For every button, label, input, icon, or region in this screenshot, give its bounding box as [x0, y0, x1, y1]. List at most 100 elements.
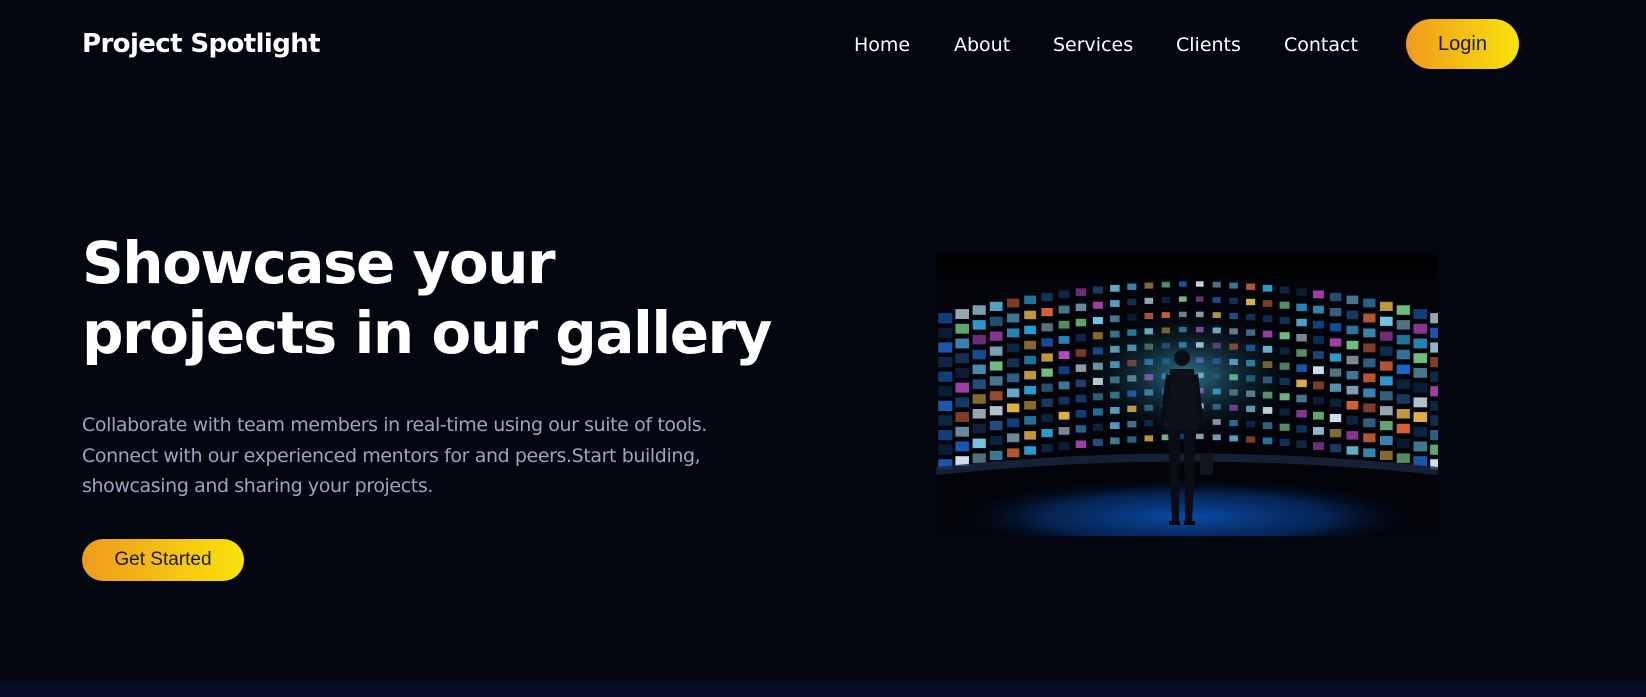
video-tile — [1075, 288, 1087, 296]
video-tile — [1329, 398, 1342, 407]
video-tile — [1313, 411, 1324, 420]
video-tile — [1007, 343, 1020, 353]
video-tile — [1024, 310, 1036, 320]
video-tile — [1262, 300, 1273, 307]
video-tile — [1430, 342, 1438, 353]
video-tile — [1092, 317, 1103, 325]
video-tile — [1430, 430, 1438, 441]
video-tile — [1092, 301, 1103, 309]
video-tile — [955, 441, 969, 452]
video-tile — [1396, 334, 1410, 345]
nav-about[interactable]: About — [954, 30, 1010, 60]
video-tile — [1396, 320, 1410, 330]
video-tile — [1041, 368, 1053, 377]
video-tile — [1092, 286, 1103, 294]
video-tile — [1396, 394, 1410, 404]
login-button[interactable]: Login — [1406, 19, 1519, 69]
video-tile — [1380, 346, 1393, 356]
video-tile — [938, 357, 953, 368]
video-tile — [1380, 301, 1393, 311]
nav-clients[interactable]: Clients — [1176, 30, 1241, 60]
video-tile — [1313, 396, 1324, 405]
video-tile — [1041, 323, 1053, 332]
video-tile — [1024, 325, 1036, 335]
video-tile — [1058, 305, 1070, 314]
video-tile — [972, 453, 986, 463]
video-tile — [1075, 425, 1087, 433]
video-tile — [1262, 315, 1273, 323]
video-tile — [1413, 426, 1428, 437]
video-tile — [1363, 448, 1376, 458]
video-tile — [1413, 412, 1428, 422]
video-tile — [1380, 361, 1393, 371]
nav-services[interactable]: Services — [1053, 30, 1133, 60]
video-tile — [1178, 296, 1187, 302]
video-tile — [1007, 358, 1020, 368]
video-tile — [1041, 429, 1053, 438]
video-tile — [1007, 388, 1020, 398]
video-tile — [1127, 298, 1137, 306]
video-tile — [1413, 309, 1428, 319]
video-tile — [1329, 444, 1342, 453]
video-tile — [1007, 328, 1020, 338]
video-tile — [1024, 401, 1036, 410]
video-tile — [1363, 388, 1376, 398]
video-tile — [955, 338, 969, 349]
video-tile — [1413, 338, 1428, 349]
video-tile — [1396, 379, 1410, 389]
video-tile — [1346, 325, 1359, 335]
video-tile — [972, 305, 986, 315]
video-tile — [1229, 297, 1238, 304]
get-started-button[interactable]: Get Started — [82, 539, 244, 581]
nav-contact[interactable]: Contact — [1284, 30, 1358, 60]
video-tile — [1396, 364, 1410, 375]
video-tile — [1041, 292, 1053, 302]
video-tile — [1363, 298, 1376, 308]
video-tile — [955, 426, 969, 437]
video-tile — [989, 406, 1003, 416]
video-tile — [955, 397, 969, 408]
video-tile — [1363, 343, 1376, 353]
video-tile — [1296, 410, 1307, 418]
video-tile — [1413, 367, 1428, 378]
video-tile — [1075, 303, 1087, 312]
hero-description-line-3: showcasing and sharing your projects. — [82, 475, 433, 497]
video-tile — [1313, 366, 1324, 375]
video-tile — [1363, 313, 1376, 323]
video-tile — [1413, 353, 1428, 364]
video-tile — [1041, 444, 1053, 453]
video-tile — [989, 450, 1003, 460]
video-tile — [1363, 403, 1376, 413]
nav-home[interactable]: Home — [854, 30, 910, 60]
video-tile — [1279, 438, 1290, 446]
video-tile — [972, 364, 986, 375]
video-tile — [938, 400, 953, 411]
video-tile — [1380, 421, 1393, 431]
video-tile — [1329, 383, 1342, 392]
video-tile — [972, 320, 986, 330]
video-tile — [1041, 383, 1053, 392]
video-tile — [1212, 297, 1221, 303]
video-tile — [1346, 295, 1359, 305]
video-tile — [1430, 313, 1438, 324]
video-tile — [1380, 406, 1393, 416]
video-tile — [938, 371, 953, 382]
video-tile — [1430, 357, 1438, 368]
video-tile — [1329, 292, 1342, 302]
video-tile — [1346, 355, 1359, 365]
video-tile — [1346, 340, 1359, 350]
video-tile — [1296, 318, 1307, 327]
video-tile — [1380, 331, 1393, 341]
video-tile — [972, 438, 986, 449]
video-tile — [1329, 368, 1342, 377]
video-tile — [972, 409, 986, 419]
video-tile — [1413, 382, 1428, 393]
video-tile — [1396, 438, 1410, 449]
video-tile — [1024, 370, 1036, 380]
video-tile — [1058, 290, 1070, 299]
video-tile — [1363, 358, 1376, 368]
video-tile — [1430, 327, 1438, 338]
video-tile — [989, 391, 1003, 401]
video-tile — [1058, 427, 1070, 435]
video-tile — [1262, 437, 1273, 445]
